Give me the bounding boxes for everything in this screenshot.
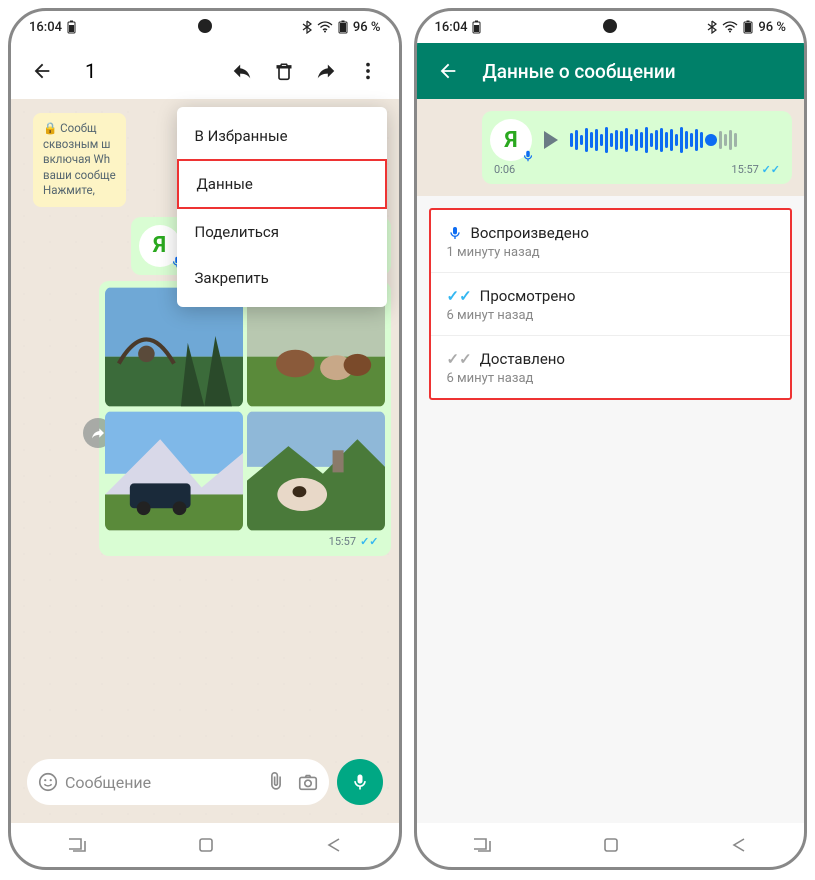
message-input[interactable]: Сообщение [27,759,329,805]
delivery-status-list: Воспроизведено 1 минуту назад ✓✓ Просмот… [429,208,793,400]
bluetooth-icon [302,20,312,34]
nav-home-icon[interactable] [198,837,214,853]
battery-level-icon [338,20,348,34]
mic-badge-icon [521,149,535,163]
wifi-icon [722,21,738,33]
menu-item-pin[interactable]: Закрепить [177,255,387,301]
sender-avatar: Я [139,225,181,267]
menu-item-info[interactable]: Данные [177,159,387,209]
status-time: 16:04 [29,20,62,35]
back-arrow-icon[interactable] [21,50,63,92]
status-label: Просмотрено [480,287,576,305]
nav-recent-icon[interactable] [472,837,492,853]
read-ticks-icon: ✓✓ [762,163,780,176]
bluetooth-icon [707,20,717,34]
camera-notch [603,19,617,33]
status-label: Воспроизведено [471,224,589,242]
sender-avatar: Я [490,119,532,161]
phone-left: 16:04 96 % 1 🔒 Сообщ сквозным ш включая … [8,8,402,870]
page-title: Данные о сообщении [483,60,795,83]
waveform[interactable] [570,124,780,156]
forward-icon[interactable] [305,50,347,92]
camera-notch [198,19,212,33]
read-ticks-icon: ✓✓ [360,535,378,548]
status-played: Воспроизведено 1 минуту назад [431,210,791,273]
voice-message-row[interactable]: Я [488,117,786,163]
play-icon[interactable] [544,131,558,149]
battery-percent: 96 % [758,20,786,35]
ticks-gray-icon: ✓✓ [447,350,472,368]
ticks-blue-icon: ✓✓ [447,287,472,305]
emoji-icon[interactable] [37,771,59,793]
photo-thumb-3[interactable] [105,411,243,531]
nav-recent-icon[interactable] [67,837,87,853]
phone-right: 16:04 96 % Данные о сообщении Я [414,8,808,870]
encryption-notice[interactable]: 🔒 Сообщ сквозным ш включая Wh ваши сообщ… [33,113,126,207]
context-menu: В Избранные Данные Поделиться Закрепить [177,107,387,307]
menu-item-share[interactable]: Поделиться [177,209,387,255]
selection-count: 1 [85,59,221,83]
nav-home-icon[interactable] [603,837,619,853]
status-time: 1 минуту назад [447,245,775,260]
voice-elapsed: 0:06 [494,163,515,176]
battery-icon [472,20,481,34]
nav-back-icon[interactable] [730,837,748,853]
image-grid [105,287,385,531]
composer-row: Сообщение [19,753,391,815]
status-time: 6 минут назад [447,308,775,323]
reply-icon[interactable] [221,50,263,92]
more-menu-icon[interactable] [347,50,389,92]
menu-item-favorites[interactable]: В Избранные [177,113,387,159]
status-time: 16:04 [435,20,468,35]
image-grid-bubble[interactable]: 15:57 ✓✓ [99,281,391,556]
wifi-icon [317,21,333,33]
attach-icon[interactable] [265,771,287,793]
nav-bar [417,823,805,867]
photo-thumb-4[interactable] [247,411,385,531]
back-arrow-icon[interactable] [427,50,469,92]
voice-msg-time: 15:57 [731,163,758,176]
battery-level-icon [743,20,753,34]
battery-icon [67,20,76,34]
info-content: Я [417,99,805,823]
selection-app-bar: 1 [11,43,399,99]
mic-blue-icon [447,225,463,241]
status-time: 6 минут назад [447,371,775,386]
trash-icon[interactable] [263,50,305,92]
status-label: Доставлено [480,350,565,368]
nav-bar [11,823,399,867]
image-msg-time: 15:57 [329,535,356,548]
battery-percent: 96 % [353,20,381,35]
status-delivered: ✓✓ Доставлено 6 минут назад [431,336,791,398]
status-read: ✓✓ Просмотрено 6 минут назад [431,273,791,336]
camera-icon[interactable] [297,771,319,793]
voice-record-button[interactable] [337,759,383,805]
info-app-bar: Данные о сообщении [417,43,805,99]
playhead-dot[interactable] [705,134,717,146]
nav-back-icon[interactable] [325,837,343,853]
composer-placeholder: Сообщение [59,773,265,792]
message-preview-area: Я [417,99,805,196]
